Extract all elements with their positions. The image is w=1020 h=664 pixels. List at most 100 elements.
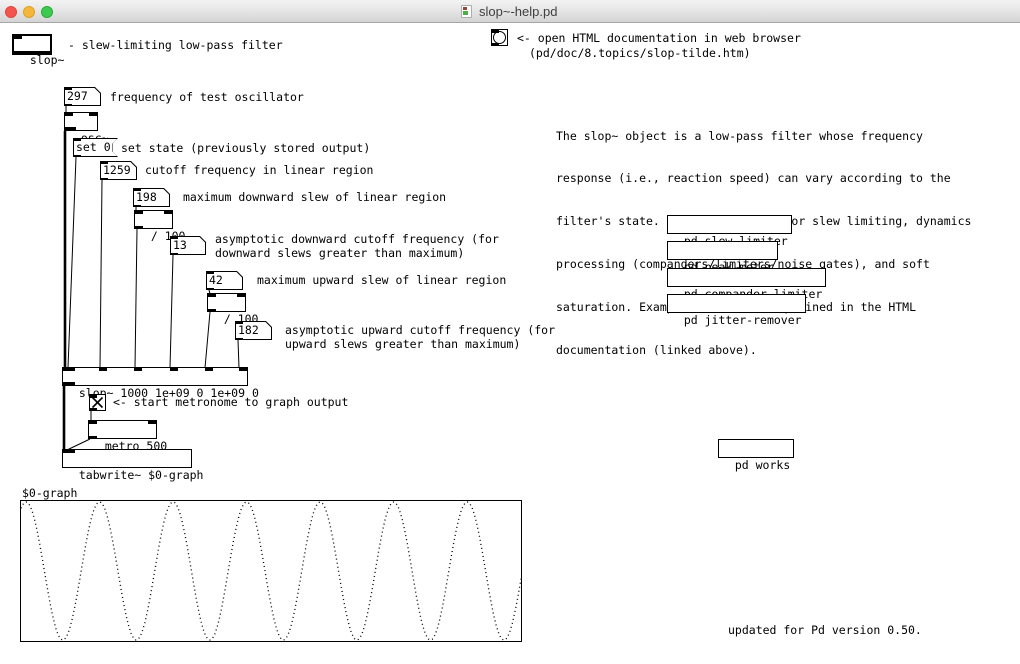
subpatch-works[interactable]: pd works <box>718 439 794 458</box>
down-asym-comment-line2: downward slews greater than maximum) <box>215 246 464 260</box>
document-proxy-icon <box>461 5 472 18</box>
metro-object: metro 500 <box>88 420 157 439</box>
inlet-tab <box>208 294 216 297</box>
signal-outlet-tab <box>65 127 76 130</box>
zoom-window-button[interactable] <box>41 6 53 18</box>
subpatch-jitter-remover[interactable]: pd jitter-remover <box>667 294 806 313</box>
inlet-tab <box>65 113 73 116</box>
open-docs-bang-button[interactable] <box>491 29 508 46</box>
up-asym-comment-line1: asymptotic upward cutoff frequency (for <box>285 323 555 337</box>
graph-waveform-path <box>21 502 521 640</box>
inlet-tab <box>135 211 143 214</box>
inlet-tab <box>100 161 108 164</box>
set-message-label: set 0 <box>74 139 117 156</box>
toggle-comment: <- start metronome to graph output <box>113 395 348 409</box>
down-slew-number-box[interactable]: 198 <box>133 188 170 207</box>
patch-cord <box>100 180 102 368</box>
subpatch-label: pd works <box>735 458 790 472</box>
up-slew-comment: maximum upward slew of linear region <box>257 273 506 287</box>
down-asym-number-box[interactable]: 13 <box>170 236 206 255</box>
patch-cord <box>238 340 239 368</box>
inlet-tab <box>148 421 156 424</box>
cutoff-number-value: 1259 <box>101 162 136 179</box>
tabwrite-object: tabwrite~ $0-graph <box>62 449 192 468</box>
description-line: documentation (linked above). <box>556 343 971 357</box>
freq-comment: frequency of test oscillator <box>110 90 304 104</box>
subpatch-compander-limiter[interactable]: pd compander-limiter <box>667 268 826 287</box>
graph-array <box>20 500 522 642</box>
outlet-tab <box>170 253 178 256</box>
subpatch-label: pd jitter-remover <box>684 313 802 327</box>
subpatch-peak-meter[interactable]: pd peak-meter <box>667 241 778 260</box>
inlet-tab <box>134 368 142 371</box>
outlet-tab <box>492 43 499 46</box>
inlet-tab <box>170 236 178 239</box>
graph-waveform <box>21 501 521 641</box>
patch-cord <box>170 255 173 368</box>
inlet-tab <box>89 421 97 424</box>
description-line: The slop~ object is a low-pass filter wh… <box>556 129 971 143</box>
inlet-tab <box>492 30 499 33</box>
inlet-tab <box>14 36 22 39</box>
set-message-box[interactable]: set 0 <box>73 138 118 157</box>
up-asym-number-box[interactable]: 182 <box>235 321 272 340</box>
close-window-button[interactable] <box>5 6 17 18</box>
inlet-tab <box>73 138 81 141</box>
up-asym-number-value: 182 <box>236 322 271 339</box>
up-asym-comment-line2: upward slews greater than maximum) <box>285 337 520 351</box>
minimize-window-button[interactable] <box>23 6 35 18</box>
outlet-tab <box>89 436 97 439</box>
cutoff-number-box[interactable]: 1259 <box>100 161 137 180</box>
doc-link-comment-line1: <- open HTML documentation in web browse… <box>517 31 801 45</box>
freq-number-box[interactable]: 297 <box>64 87 101 106</box>
outlet-tab <box>133 205 141 208</box>
inlet-tab <box>235 321 243 324</box>
freq-number-value: 297 <box>65 88 100 105</box>
outlet-tab <box>208 309 216 312</box>
outlet-tab <box>135 226 143 229</box>
signal-outlet-tab <box>63 382 75 385</box>
down-slew-comment: maximum downward slew of linear region <box>183 190 446 204</box>
graph-label: $0-graph <box>22 486 77 500</box>
inlet-tab <box>64 87 72 90</box>
window-titlebar: slop~-help.pd <box>0 0 1020 23</box>
signal-inlet-tab <box>63 368 75 371</box>
footer-comment: updated for Pd version 0.50. <box>728 623 922 637</box>
window-title: slop~-help.pd <box>479 4 557 19</box>
slop-object: slop~ 1000 1e+09 0 1e+09 0 <box>62 367 248 386</box>
inlet-tab <box>205 368 213 371</box>
divide-object-1: / 100 <box>134 210 173 229</box>
outlet-tab <box>73 155 81 158</box>
outlet-tab <box>206 288 214 291</box>
subpatch-slew-limiter[interactable]: pd slew-limiter <box>667 215 792 234</box>
tabwrite-object-label: tabwrite~ $0-graph <box>79 468 204 482</box>
signal-inlet-tab <box>63 450 75 453</box>
osc-object: osc~ <box>64 112 98 131</box>
divide-object-2: / 100 <box>207 293 246 312</box>
down-asym-number-value: 13 <box>171 237 205 254</box>
slop-title-label: slop~ <box>30 53 65 67</box>
outlet-tab <box>235 338 243 341</box>
title-description-comment: - slew-limiting low-pass filter <box>68 38 283 52</box>
doc-link-comment-line2: (pd/doc/8.topics/slop-tilde.htm) <box>529 46 751 60</box>
metronome-toggle[interactable] <box>89 394 106 411</box>
inlet-tab <box>99 368 107 371</box>
up-slew-number-box[interactable]: 42 <box>206 271 243 290</box>
inlet-tab <box>133 188 141 191</box>
inlet-tab <box>206 271 214 274</box>
inlet-tab <box>89 113 97 116</box>
up-slew-number-value: 42 <box>207 272 242 289</box>
inlet-tab <box>164 211 172 214</box>
outlet-tab <box>90 408 97 411</box>
inlet-tab <box>170 368 178 371</box>
set-comment: set state (previously stored output) <box>121 141 370 155</box>
down-slew-number-value: 198 <box>134 189 169 206</box>
down-asym-comment-line1: asymptotic downward cutoff frequency (fo… <box>215 232 499 246</box>
inlet-tab <box>239 368 247 371</box>
outlet-tab <box>64 104 72 107</box>
outlet-tab <box>100 178 108 181</box>
cutoff-comment: cutoff frequency in linear region <box>145 163 373 177</box>
description-line: response (i.e., reaction speed) can vary… <box>556 171 971 185</box>
slop-title-object: slop~ <box>12 34 52 55</box>
outlet-tab <box>14 51 50 54</box>
